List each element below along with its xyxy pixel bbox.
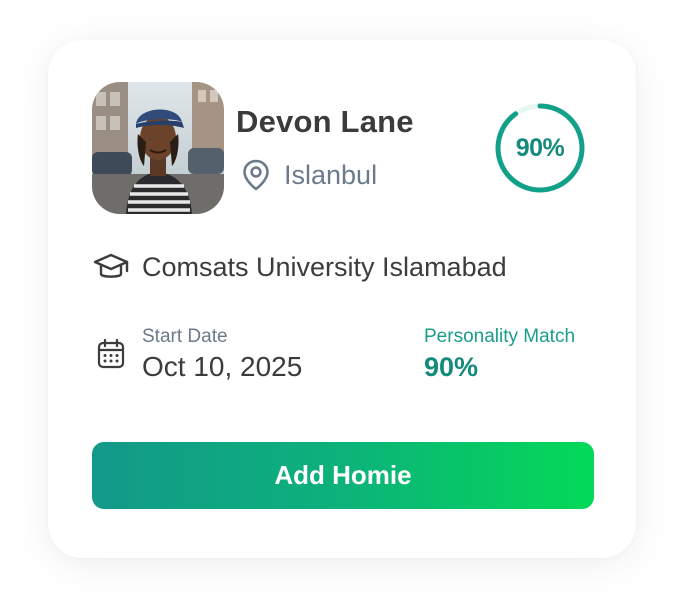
graduation-cap-icon	[93, 253, 129, 278]
education-row: Comsats University Islamabad	[92, 250, 507, 284]
calendar-icon	[97, 338, 125, 369]
profile-card: Devon Lane Islanbul 90% Comsats Universi…	[48, 40, 636, 558]
school-name: Comsats University Islamabad	[142, 251, 507, 282]
match-ring: 90%	[494, 102, 586, 194]
page: Devon Lane Islanbul 90% Comsats Universi…	[0, 0, 684, 614]
personality-match-label: Personality Match	[424, 326, 576, 347]
start-date-label: Start Date	[142, 326, 228, 347]
map-pin-icon	[243, 159, 269, 191]
location-text: Islanbul	[284, 159, 378, 190]
personality-match-value: 90%	[424, 352, 479, 382]
personality-match-block: Personality Match 90%	[424, 326, 575, 384]
start-date-value: Oct 10, 2025	[142, 351, 303, 382]
profile-name: Devon Lane	[236, 104, 414, 139]
start-date-text: Start Date Oct 10, 2025	[142, 326, 302, 384]
match-ring-label: 90%	[515, 133, 565, 162]
location-row: Islanbul	[240, 158, 377, 192]
start-date-block: Start Date Oct 10, 2025	[96, 326, 302, 384]
avatar	[92, 82, 224, 214]
add-homie-button[interactable]: Add Homie	[92, 442, 594, 509]
